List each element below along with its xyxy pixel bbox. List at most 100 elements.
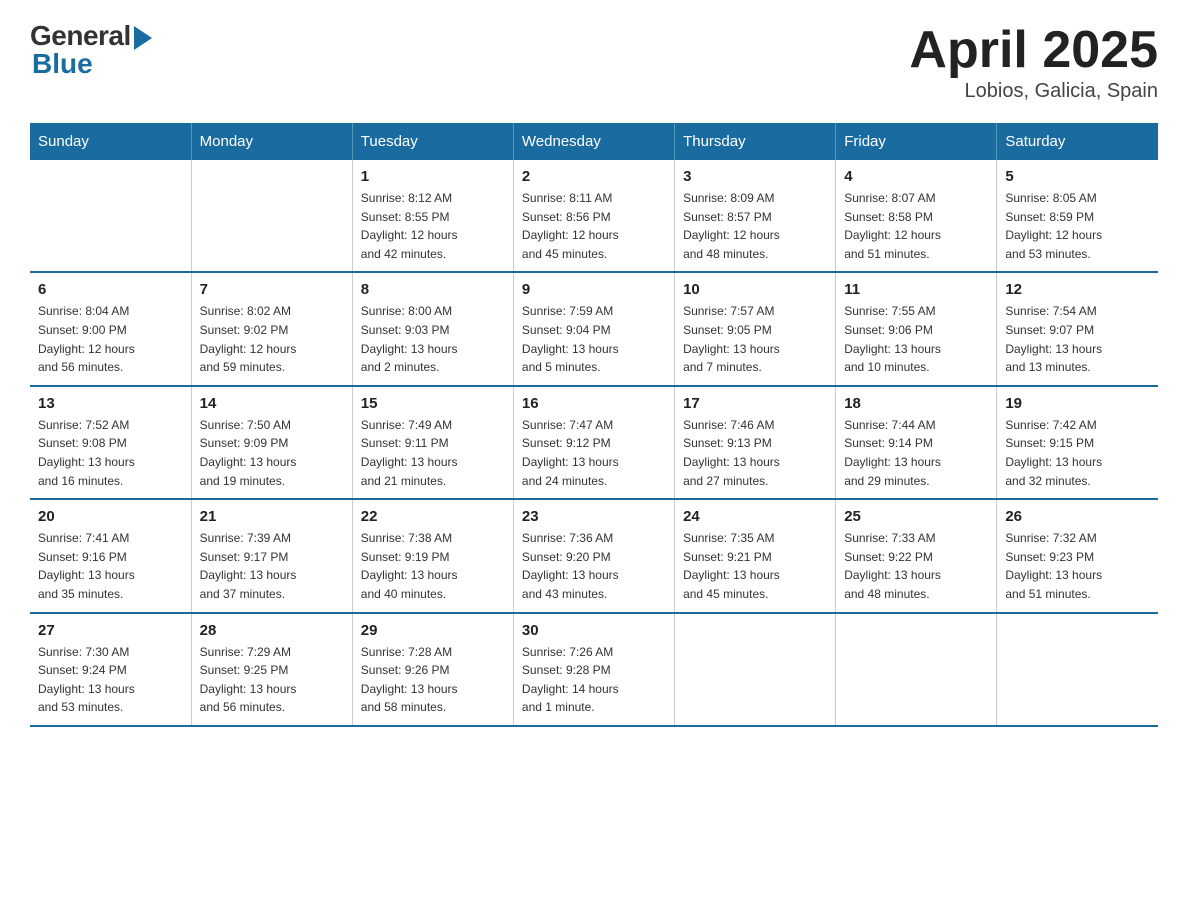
day-number: 1 <box>361 168 505 185</box>
calendar-cell <box>675 613 836 726</box>
day-number: 8 <box>361 281 505 298</box>
day-info: Sunrise: 7:49 AMSunset: 9:11 PMDaylight:… <box>361 416 505 490</box>
logo-blue-text: Blue <box>32 48 93 80</box>
day-info: Sunrise: 7:33 AMSunset: 9:22 PMDaylight:… <box>844 529 988 603</box>
logo-arrow-icon <box>134 26 152 50</box>
calendar-cell: 13 Sunrise: 7:52 AMSunset: 9:08 PMDayligh… <box>30 386 191 499</box>
calendar-cell: 23 Sunrise: 7:36 AMSunset: 9:20 PMDayligh… <box>513 499 674 612</box>
calendar-cell: 6 Sunrise: 8:04 AMSunset: 9:00 PMDaylight… <box>30 272 191 385</box>
calendar-cell: 4 Sunrise: 8:07 AMSunset: 8:58 PMDaylight… <box>836 160 997 272</box>
day-number: 22 <box>361 508 505 525</box>
day-number: 13 <box>38 395 183 412</box>
day-number: 27 <box>38 622 183 639</box>
day-info: Sunrise: 7:57 AMSunset: 9:05 PMDaylight:… <box>683 302 827 376</box>
calendar-cell: 12 Sunrise: 7:54 AMSunset: 9:07 PMDayligh… <box>997 272 1158 385</box>
logo: General Blue <box>30 20 152 80</box>
calendar-week-5: 27 Sunrise: 7:30 AMSunset: 9:24 PMDayligh… <box>30 613 1158 726</box>
day-number: 7 <box>200 281 344 298</box>
day-info: Sunrise: 7:38 AMSunset: 9:19 PMDaylight:… <box>361 529 505 603</box>
weekday-header-sunday: Sunday <box>30 123 191 160</box>
calendar-cell: 1 Sunrise: 8:12 AMSunset: 8:55 PMDaylight… <box>352 160 513 272</box>
day-number: 20 <box>38 508 183 525</box>
calendar-cell: 15 Sunrise: 7:49 AMSunset: 9:11 PMDayligh… <box>352 386 513 499</box>
calendar-cell <box>30 160 191 272</box>
day-number: 23 <box>522 508 666 525</box>
day-info: Sunrise: 7:28 AMSunset: 9:26 PMDaylight:… <box>361 643 505 717</box>
title-block: April 2025 Lobios, Galicia, Spain <box>909 20 1158 103</box>
day-number: 12 <box>1005 281 1150 298</box>
calendar-cell: 3 Sunrise: 8:09 AMSunset: 8:57 PMDaylight… <box>675 160 836 272</box>
day-number: 18 <box>844 395 988 412</box>
day-info: Sunrise: 8:00 AMSunset: 9:03 PMDaylight:… <box>361 302 505 376</box>
day-number: 5 <box>1005 168 1150 185</box>
calendar-cell: 17 Sunrise: 7:46 AMSunset: 9:13 PMDayligh… <box>675 386 836 499</box>
day-number: 6 <box>38 281 183 298</box>
calendar-week-2: 6 Sunrise: 8:04 AMSunset: 9:00 PMDaylight… <box>30 272 1158 385</box>
day-number: 30 <box>522 622 666 639</box>
day-number: 2 <box>522 168 666 185</box>
calendar-cell: 9Sunrise: 7:59 AMSunset: 9:04 PMDaylight… <box>513 272 674 385</box>
day-number: 11 <box>844 281 988 298</box>
calendar-cell: 10Sunrise: 7:57 AMSunset: 9:05 PMDayligh… <box>675 272 836 385</box>
page-subtitle: Lobios, Galicia, Spain <box>909 80 1158 103</box>
day-number: 19 <box>1005 395 1150 412</box>
day-info: Sunrise: 7:35 AMSunset: 9:21 PMDaylight:… <box>683 529 827 603</box>
page-title: April 2025 <box>909 20 1158 80</box>
day-info: Sunrise: 8:12 AMSunset: 8:55 PMDaylight:… <box>361 189 505 263</box>
day-info: Sunrise: 7:30 AMSunset: 9:24 PMDaylight:… <box>38 643 183 717</box>
day-number: 15 <box>361 395 505 412</box>
day-info: Sunrise: 7:29 AMSunset: 9:25 PMDaylight:… <box>200 643 344 717</box>
day-number: 3 <box>683 168 827 185</box>
day-info: Sunrise: 7:44 AMSunset: 9:14 PMDaylight:… <box>844 416 988 490</box>
calendar-week-4: 20 Sunrise: 7:41 AMSunset: 9:16 PMDayligh… <box>30 499 1158 612</box>
calendar-cell: 28Sunrise: 7:29 AMSunset: 9:25 PMDayligh… <box>191 613 352 726</box>
calendar-cell <box>997 613 1158 726</box>
calendar-table: SundayMondayTuesdayWednesdayThursdayFrid… <box>30 123 1158 727</box>
day-number: 25 <box>844 508 988 525</box>
calendar-cell: 27 Sunrise: 7:30 AMSunset: 9:24 PMDayligh… <box>30 613 191 726</box>
calendar-cell: 20 Sunrise: 7:41 AMSunset: 9:16 PMDayligh… <box>30 499 191 612</box>
weekday-header-row: SundayMondayTuesdayWednesdayThursdayFrid… <box>30 123 1158 160</box>
calendar-cell: 7 Sunrise: 8:02 AMSunset: 9:02 PMDaylight… <box>191 272 352 385</box>
calendar-cell: 14Sunrise: 7:50 AMSunset: 9:09 PMDayligh… <box>191 386 352 499</box>
calendar-cell: 24 Sunrise: 7:35 AMSunset: 9:21 PMDayligh… <box>675 499 836 612</box>
weekday-header-wednesday: Wednesday <box>513 123 674 160</box>
day-info: Sunrise: 8:07 AMSunset: 8:58 PMDaylight:… <box>844 189 988 263</box>
day-info: Sunrise: 7:47 AMSunset: 9:12 PMDaylight:… <box>522 416 666 490</box>
day-number: 9 <box>522 281 666 298</box>
day-number: 29 <box>361 622 505 639</box>
calendar-cell: 25 Sunrise: 7:33 AMSunset: 9:22 PMDayligh… <box>836 499 997 612</box>
day-number: 21 <box>200 508 344 525</box>
day-info: Sunrise: 8:02 AMSunset: 9:02 PMDaylight:… <box>200 302 344 376</box>
calendar-cell: 2 Sunrise: 8:11 AMSunset: 8:56 PMDaylight… <box>513 160 674 272</box>
day-info: Sunrise: 7:55 AMSunset: 9:06 PMDaylight:… <box>844 302 988 376</box>
weekday-header-thursday: Thursday <box>675 123 836 160</box>
day-info: Sunrise: 7:42 AMSunset: 9:15 PMDaylight:… <box>1005 416 1150 490</box>
day-info: Sunrise: 7:46 AMSunset: 9:13 PMDaylight:… <box>683 416 827 490</box>
day-info: Sunrise: 8:09 AMSunset: 8:57 PMDaylight:… <box>683 189 827 263</box>
day-number: 26 <box>1005 508 1150 525</box>
day-number: 24 <box>683 508 827 525</box>
weekday-header-tuesday: Tuesday <box>352 123 513 160</box>
day-info: Sunrise: 7:54 AMSunset: 9:07 PMDaylight:… <box>1005 302 1150 376</box>
calendar-cell <box>836 613 997 726</box>
calendar-cell: 30Sunrise: 7:26 AMSunset: 9:28 PMDayligh… <box>513 613 674 726</box>
day-info: Sunrise: 7:52 AMSunset: 9:08 PMDaylight:… <box>38 416 183 490</box>
day-number: 16 <box>522 395 666 412</box>
day-number: 17 <box>683 395 827 412</box>
weekday-header-friday: Friday <box>836 123 997 160</box>
day-info: Sunrise: 7:36 AMSunset: 9:20 PMDaylight:… <box>522 529 666 603</box>
calendar-body: 1 Sunrise: 8:12 AMSunset: 8:55 PMDaylight… <box>30 160 1158 726</box>
calendar-cell <box>191 160 352 272</box>
day-number: 4 <box>844 168 988 185</box>
day-info: Sunrise: 8:04 AMSunset: 9:00 PMDaylight:… <box>38 302 183 376</box>
calendar-cell: 19 Sunrise: 7:42 AMSunset: 9:15 PMDayligh… <box>997 386 1158 499</box>
calendar-week-1: 1 Sunrise: 8:12 AMSunset: 8:55 PMDaylight… <box>30 160 1158 272</box>
calendar-cell: 18 Sunrise: 7:44 AMSunset: 9:14 PMDayligh… <box>836 386 997 499</box>
day-info: Sunrise: 7:41 AMSunset: 9:16 PMDaylight:… <box>38 529 183 603</box>
calendar-cell: 26 Sunrise: 7:32 AMSunset: 9:23 PMDayligh… <box>997 499 1158 612</box>
calendar-week-3: 13 Sunrise: 7:52 AMSunset: 9:08 PMDayligh… <box>30 386 1158 499</box>
day-info: Sunrise: 8:11 AMSunset: 8:56 PMDaylight:… <box>522 189 666 263</box>
day-info: Sunrise: 7:32 AMSunset: 9:23 PMDaylight:… <box>1005 529 1150 603</box>
day-info: Sunrise: 7:50 AMSunset: 9:09 PMDaylight:… <box>200 416 344 490</box>
